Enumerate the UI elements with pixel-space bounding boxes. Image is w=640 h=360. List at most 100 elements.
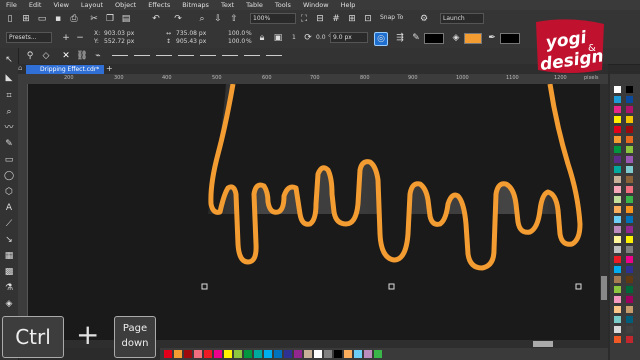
menu-layout[interactable]: Layout: [81, 1, 103, 9]
menu-help[interactable]: Help: [341, 1, 356, 9]
remove-preset-icon[interactable]: −: [74, 32, 86, 44]
doc-swatch[interactable]: [354, 350, 362, 358]
doc-swatch[interactable]: [344, 350, 352, 358]
options-gear-icon[interactable]: ⚙: [418, 13, 430, 25]
doc-swatch[interactable]: [214, 350, 222, 358]
wrap-text-icon[interactable]: ⇶: [394, 32, 406, 44]
combine-icon[interactable]: ▣: [272, 32, 284, 44]
line-style-6[interactable]: [222, 55, 238, 56]
angle-value[interactable]: 0.0: [316, 34, 326, 41]
doc-swatch[interactable]: [224, 350, 232, 358]
palette-swatch[interactable]: [614, 186, 621, 193]
snap-to-dropdown[interactable]: Snap To: [378, 13, 414, 24]
count-value[interactable]: 1: [292, 34, 296, 41]
lock-ratio-icon[interactable]: 🔒︎: [256, 32, 268, 44]
palette-swatch[interactable]: [614, 96, 621, 103]
doc-swatch[interactable]: [374, 350, 382, 358]
palette-swatch[interactable]: [626, 116, 633, 123]
palette-swatch[interactable]: [626, 186, 633, 193]
menu-table[interactable]: Table: [246, 1, 263, 9]
doc-swatch[interactable]: [294, 350, 302, 358]
menu-bitmaps[interactable]: Bitmaps: [182, 1, 209, 9]
text-tool-icon[interactable]: A: [3, 202, 15, 214]
menu-view[interactable]: View: [53, 1, 68, 9]
line-style-8[interactable]: [266, 55, 282, 56]
search-content-icon[interactable]: ⌕: [196, 13, 208, 25]
home-icon[interactable]: ⌂: [18, 64, 22, 72]
doc-swatch[interactable]: [174, 350, 182, 358]
doc-swatch[interactable]: [184, 350, 192, 358]
palette-swatch[interactable]: [614, 206, 621, 213]
snap-icon[interactable]: ⊡: [362, 13, 374, 25]
line-style-3[interactable]: [156, 55, 172, 56]
palette-swatch[interactable]: [626, 86, 633, 93]
open-icon[interactable]: ▭: [36, 13, 48, 25]
palette-swatch[interactable]: [614, 126, 621, 133]
join-icon[interactable]: ⛓: [76, 50, 88, 62]
save-icon[interactable]: ▪: [52, 13, 64, 25]
undo-icon[interactable]: ↶: [150, 13, 162, 25]
y-position-value[interactable]: 552.72 px: [104, 38, 134, 45]
line-style-solid[interactable]: [112, 55, 128, 56]
palette-swatch[interactable]: [626, 206, 633, 213]
palette-swatch[interactable]: [626, 246, 633, 253]
palette-swatch[interactable]: [614, 306, 621, 313]
transparency-tool-icon[interactable]: ▩: [3, 266, 15, 278]
palette-swatch[interactable]: [614, 106, 621, 113]
rectangle-tool-icon[interactable]: ▭: [3, 154, 15, 166]
doc-swatch[interactable]: [194, 350, 202, 358]
palette-swatch[interactable]: [626, 96, 633, 103]
new-from-template-icon[interactable]: ⊞: [20, 13, 32, 25]
doc-swatch[interactable]: [304, 350, 312, 358]
scale-height-value[interactable]: 100.0: [228, 38, 245, 45]
rotate-icon[interactable]: ⟳: [302, 32, 314, 44]
palette-swatch[interactable]: [614, 246, 621, 253]
outline-pen-icon[interactable]: ✎: [410, 32, 422, 44]
palette-swatch[interactable]: [614, 326, 621, 333]
vertical-scrollbar[interactable]: [600, 84, 608, 340]
full-screen-icon[interactable]: ⛶: [298, 13, 310, 25]
palette-swatch[interactable]: [614, 156, 621, 163]
line-style-2[interactable]: [134, 55, 150, 56]
menu-object[interactable]: Object: [115, 1, 136, 9]
line-style-5[interactable]: [200, 55, 216, 56]
connector-tool-icon[interactable]: ↘: [3, 234, 15, 246]
doc-swatch[interactable]: [314, 350, 322, 358]
delete-icon[interactable]: ✕: [60, 50, 72, 62]
launch-dropdown[interactable]: Launch: [440, 13, 484, 24]
palette-swatch[interactable]: [626, 316, 633, 323]
palette-swatch[interactable]: [626, 196, 633, 203]
scale-width-value[interactable]: 100.0: [228, 30, 245, 37]
palette-swatch[interactable]: [614, 336, 621, 343]
line-style-4[interactable]: [178, 55, 194, 56]
doc-swatch[interactable]: [264, 350, 272, 358]
vertical-scroll-thumb[interactable]: [601, 276, 607, 300]
horizontal-scroll-thumb[interactable]: [533, 341, 553, 347]
new-document-icon[interactable]: ▯: [4, 13, 16, 25]
polygon-tool-icon[interactable]: ⬡: [3, 186, 15, 198]
palette-swatch[interactable]: [614, 316, 621, 323]
doc-swatch[interactable]: [334, 350, 342, 358]
paste-icon[interactable]: ▤: [120, 13, 132, 25]
doc-swatch[interactable]: [164, 350, 172, 358]
palette-swatch[interactable]: [614, 266, 621, 273]
palette-swatch[interactable]: [614, 286, 621, 293]
node-icon[interactable]: ◇: [40, 50, 52, 62]
palette-swatch[interactable]: [626, 106, 633, 113]
palette-swatch[interactable]: [626, 146, 633, 153]
add-tab-icon[interactable]: +: [106, 64, 113, 73]
palette-swatch[interactable]: [626, 216, 633, 223]
menu-effects[interactable]: Effects: [148, 1, 170, 9]
doc-swatch[interactable]: [254, 350, 262, 358]
pen-color-swatch[interactable]: [500, 33, 520, 44]
palette-swatch[interactable]: [614, 116, 621, 123]
zoom-tool-icon[interactable]: ⌕: [3, 106, 15, 118]
shape-tool-icon[interactable]: ◣: [3, 72, 15, 84]
add-preset-icon[interactable]: +: [60, 32, 72, 44]
ellipse-tool-icon[interactable]: ◯: [3, 170, 15, 182]
import-icon[interactable]: ⇩: [212, 13, 224, 25]
eyedropper-tool-icon[interactable]: ⚗: [3, 282, 15, 294]
height-value[interactable]: 905.43 px: [176, 38, 206, 45]
palette-swatch[interactable]: [614, 136, 621, 143]
copy-icon[interactable]: ❐: [104, 13, 116, 25]
